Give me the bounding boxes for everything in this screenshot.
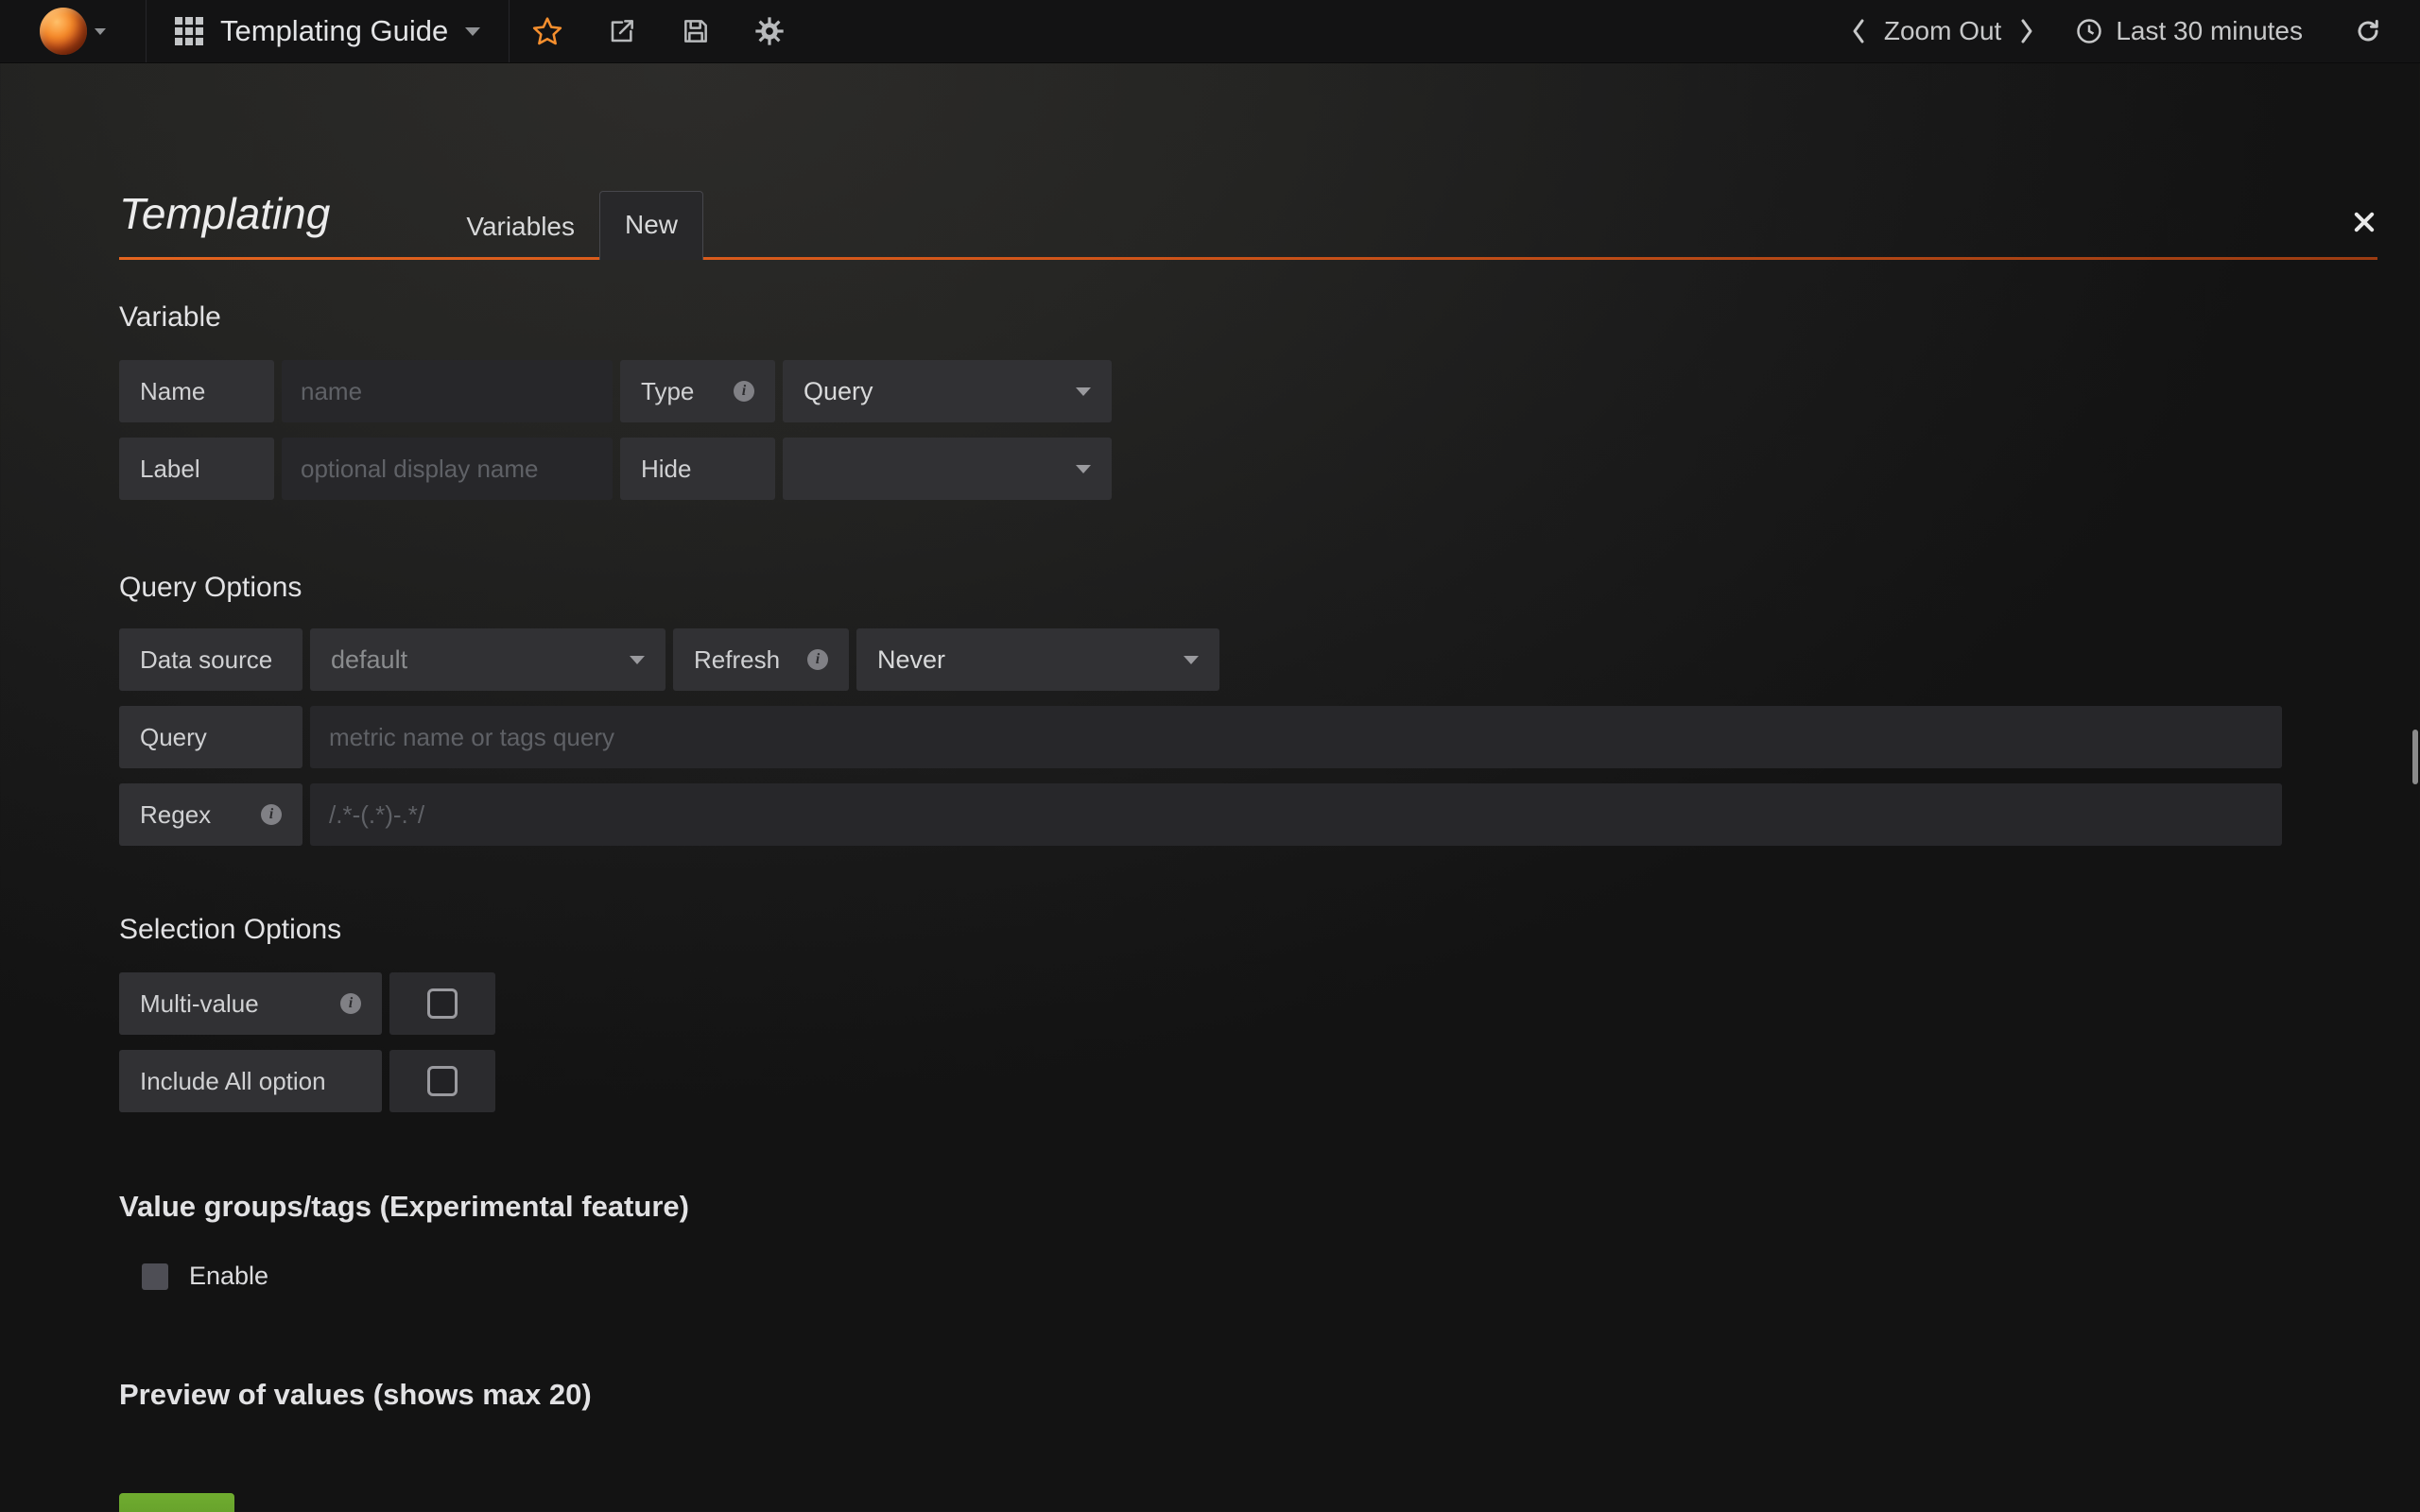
templating-editor: Templating Variables New Variable Name T… — [0, 152, 2420, 1512]
refresh-select[interactable]: Never — [856, 628, 1219, 691]
chevron-down-icon — [630, 656, 645, 664]
regex-input[interactable] — [310, 783, 2282, 846]
preview-heading: Preview of values (shows max 20) — [119, 1378, 2377, 1412]
variable-name-input[interactable] — [282, 360, 613, 422]
include-all-label: Include All option — [119, 1050, 382, 1112]
time-range-label: Last 30 minutes — [2116, 16, 2303, 46]
regex-label: Regex i — [119, 783, 302, 846]
data-source-value: default — [331, 645, 407, 675]
variable-section: Variable Name Type i Query Label Hide — [119, 301, 2377, 500]
time-back-button[interactable] — [1839, 17, 1878, 45]
time-forward-button[interactable] — [2007, 17, 2047, 45]
editor-tabs: Variables New — [441, 191, 703, 260]
page-title: Templating — [119, 188, 330, 239]
save-icon — [681, 16, 711, 46]
query-options-heading: Query Options — [119, 572, 2377, 604]
star-icon — [531, 15, 563, 47]
variable-hide-select[interactable] — [783, 438, 1112, 500]
tab-variables[interactable]: Variables — [441, 194, 599, 260]
multi-value-label-text: Multi-value — [140, 989, 259, 1019]
navbar: Templating Guide — [0, 0, 2420, 63]
org-caret-icon — [95, 28, 106, 35]
gear-icon — [754, 16, 785, 46]
info-icon[interactable]: i — [340, 993, 361, 1014]
refresh-value: Never — [877, 645, 945, 675]
variable-heading: Variable — [119, 301, 2377, 334]
query-options-section: Query Options Data source default Refres… — [119, 572, 2377, 846]
chevron-down-icon — [1076, 465, 1091, 473]
tab-new[interactable]: New — [599, 191, 703, 260]
dashboard-picker[interactable]: Templating Guide — [147, 0, 510, 62]
dashboard-title: Templating Guide — [220, 14, 448, 48]
value-groups-heading: Value groups/tags (Experimental feature) — [119, 1190, 2377, 1224]
zoom-out-button[interactable]: Zoom Out — [1878, 16, 2007, 46]
query-options-row-3: Regex i — [119, 783, 2377, 846]
type-label-text: Type — [641, 377, 694, 406]
close-icon — [2351, 209, 2377, 235]
share-button[interactable] — [585, 0, 659, 62]
dashboard-grid-icon — [175, 17, 203, 45]
variable-label-input[interactable] — [282, 438, 613, 500]
multi-value-row: Multi-value i — [119, 972, 2377, 1035]
add-button[interactable]: Add — [119, 1493, 234, 1512]
time-range-picker[interactable]: Last 30 minutes — [2075, 16, 2303, 46]
share-icon — [607, 16, 637, 46]
chevron-down-icon — [1184, 656, 1199, 664]
query-options-row-1: Data source default Refresh i Never — [119, 628, 2377, 691]
regex-label-text: Regex — [140, 800, 211, 830]
info-icon[interactable]: i — [734, 381, 754, 402]
grafana-app: Templating Guide — [0, 0, 2420, 1512]
multi-value-checkbox[interactable] — [389, 972, 495, 1035]
label-label: Label — [119, 438, 274, 500]
include-all-checkbox[interactable] — [389, 1050, 495, 1112]
enable-label: Enable — [189, 1262, 268, 1291]
variable-row-1: Name Type i Query — [119, 360, 2377, 422]
type-label: Type i — [620, 360, 775, 422]
enable-checkbox-icon — [142, 1263, 168, 1290]
query-options-row-2: Query — [119, 706, 2377, 768]
scrollbar-thumb[interactable] — [2412, 730, 2418, 784]
chevron-right-icon — [2018, 17, 2035, 45]
value-groups-section: Value groups/tags (Experimental feature)… — [119, 1190, 2377, 1291]
query-label: Query — [119, 706, 302, 768]
selection-options-heading: Selection Options — [119, 914, 2377, 946]
chevron-left-icon — [1850, 17, 1867, 45]
refresh-button[interactable] — [2342, 17, 2394, 45]
refresh-label: Refresh i — [673, 628, 849, 691]
save-button[interactable] — [659, 0, 733, 62]
variable-row-2: Label Hide — [119, 438, 2377, 500]
checkbox-icon — [427, 1066, 458, 1096]
close-editor-button[interactable] — [2351, 209, 2377, 235]
name-label: Name — [119, 360, 274, 422]
selection-options-section: Selection Options Multi-value i Include … — [119, 914, 2377, 1112]
info-icon[interactable]: i — [807, 649, 828, 670]
dashboard-caret-icon — [465, 27, 480, 36]
settings-button[interactable] — [733, 0, 806, 62]
refresh-label-text: Refresh — [694, 645, 780, 675]
info-icon[interactable]: i — [261, 804, 282, 825]
grafana-logo-icon — [40, 8, 87, 55]
refresh-icon — [2354, 17, 2382, 45]
data-source-label: Data source — [119, 628, 302, 691]
preview-section: Preview of values (shows max 20) — [119, 1378, 2377, 1412]
editor-header: Templating Variables New — [119, 152, 2377, 260]
accent-divider — [119, 257, 2377, 260]
star-button[interactable] — [510, 0, 585, 62]
include-all-row: Include All option — [119, 1050, 2377, 1112]
dashboard-toolbar — [510, 0, 806, 62]
data-source-select[interactable]: default — [310, 628, 666, 691]
variable-type-select[interactable]: Query — [783, 360, 1112, 422]
variable-type-value: Query — [804, 377, 873, 406]
enable-toggle[interactable]: Enable — [142, 1262, 2377, 1291]
clock-icon — [2075, 17, 2103, 45]
multi-value-label: Multi-value i — [119, 972, 382, 1035]
hide-label: Hide — [620, 438, 775, 500]
org-menu[interactable] — [0, 0, 147, 62]
query-input[interactable] — [310, 706, 2282, 768]
time-controls: Zoom Out Last 30 minutes — [1839, 0, 2420, 62]
chevron-down-icon — [1076, 387, 1091, 396]
checkbox-icon — [427, 988, 458, 1019]
